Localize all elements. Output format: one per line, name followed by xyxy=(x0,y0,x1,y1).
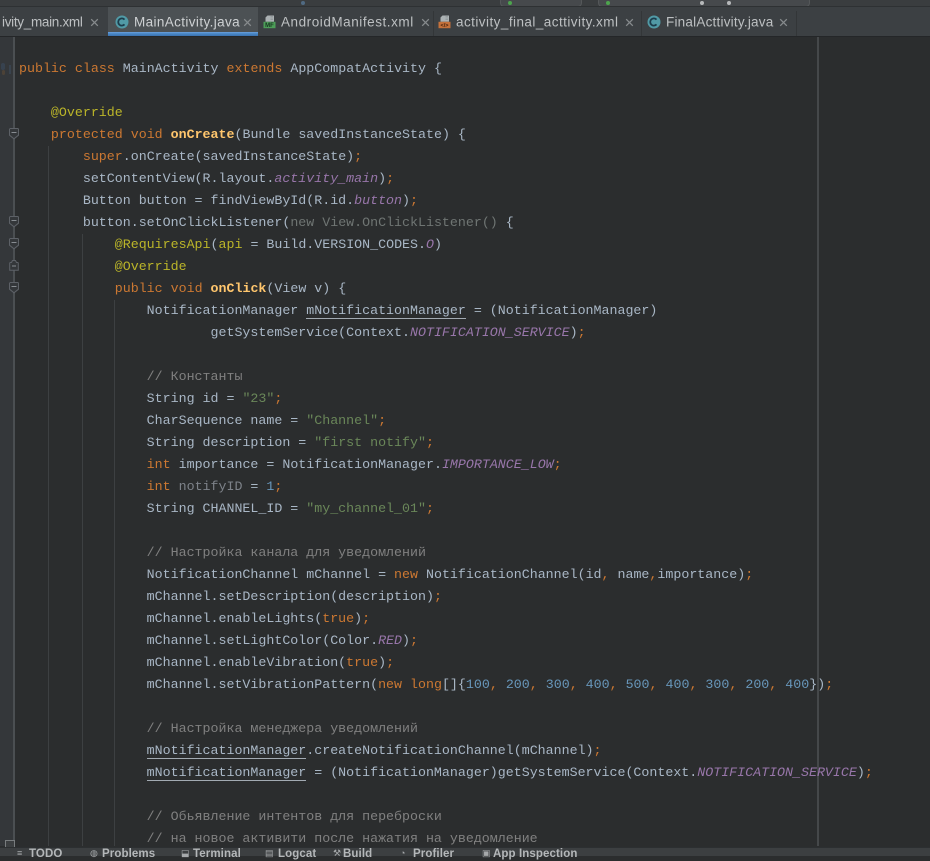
svg-text:</>: </> xyxy=(441,23,449,29)
svg-text:MF: MF xyxy=(265,23,274,29)
